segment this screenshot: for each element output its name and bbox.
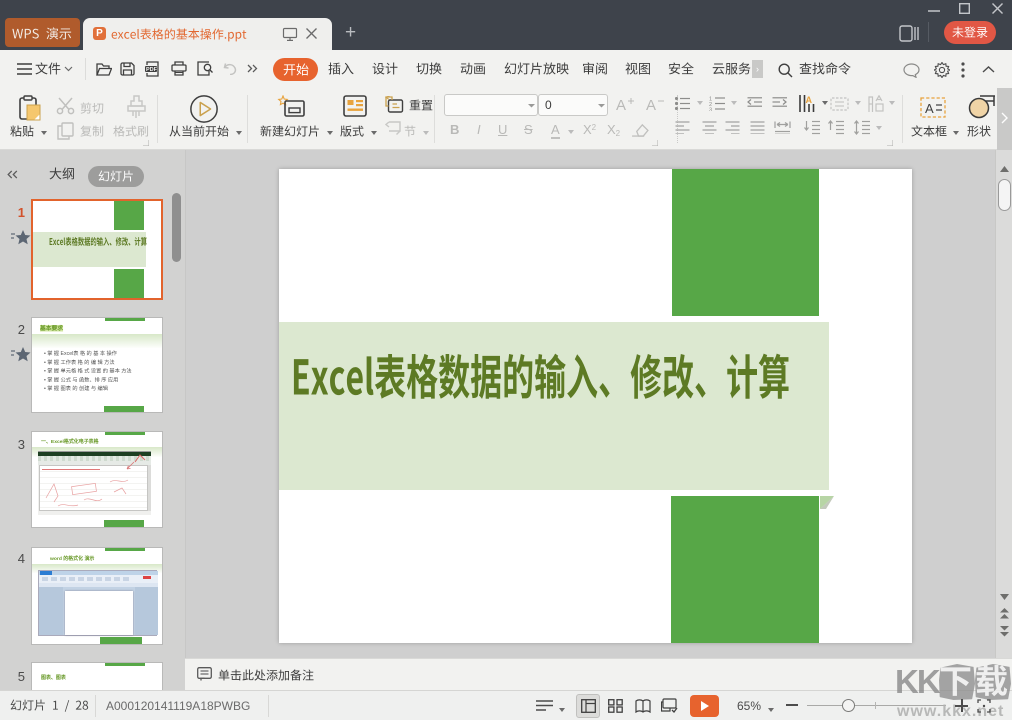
svg-text:PDF: PDF xyxy=(146,67,158,73)
svg-text:A: A xyxy=(806,95,813,105)
svg-text:A: A xyxy=(925,101,934,116)
svg-text:3: 3 xyxy=(709,108,712,112)
